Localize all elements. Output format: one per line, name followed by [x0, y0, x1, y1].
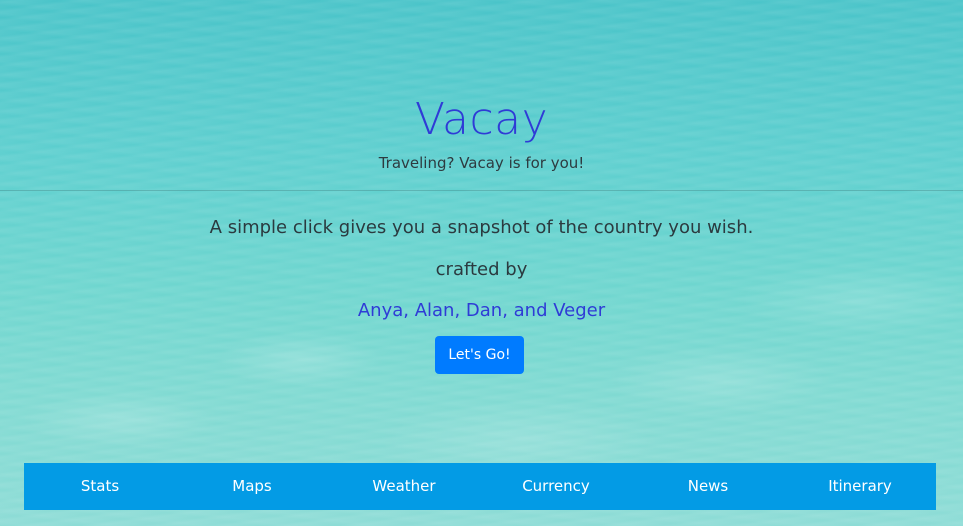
bottom-navbar: Stats Maps Weather Currency News Itinera…	[24, 463, 936, 510]
nav-item-currency[interactable]: Currency	[480, 463, 632, 510]
authors-text: Anya, Alan, Dan, and Veger	[357, 300, 606, 321]
lets-go-button[interactable]: Let's Go!	[435, 336, 524, 374]
site-description: A simple click gives you a snapshot of t…	[209, 217, 754, 238]
nav-item-itinerary[interactable]: Itinerary	[784, 463, 936, 510]
site-tagline: Traveling? Vacay is for you!	[378, 154, 585, 172]
crafted-by-label: crafted by	[435, 259, 528, 280]
page-background: Vacay Traveling? Vacay is for you! A sim…	[0, 0, 963, 526]
site-title: Vacay	[414, 94, 549, 145]
nav-item-news[interactable]: News	[632, 463, 784, 510]
hero-divider	[0, 190, 963, 191]
nav-item-stats[interactable]: Stats	[24, 463, 176, 510]
nav-item-maps[interactable]: Maps	[176, 463, 328, 510]
nav-item-weather[interactable]: Weather	[328, 463, 480, 510]
